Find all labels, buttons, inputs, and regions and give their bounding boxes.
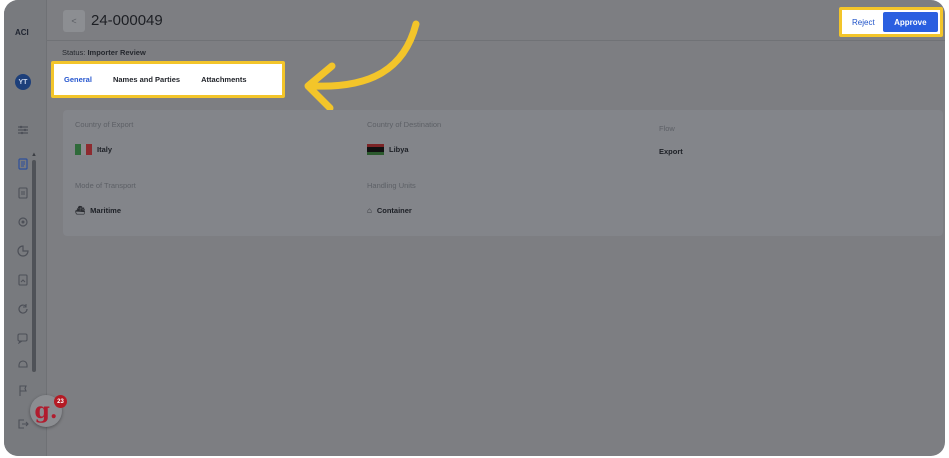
chat-icon[interactable] <box>17 332 29 344</box>
back-button[interactable]: < <box>63 10 85 32</box>
mode-of-transport-label: Mode of Transport <box>75 181 136 190</box>
tab-attachments[interactable]: Attachments <box>201 75 246 84</box>
status-line: Status: Importer Review <box>62 48 146 57</box>
libya-flag-icon <box>367 144 384 155</box>
tab-general[interactable]: General <box>64 75 92 84</box>
report-icon[interactable] <box>17 274 29 286</box>
tab-names-and-parties[interactable]: Names and Parties <box>113 75 180 84</box>
handling-units-text: Container <box>376 206 412 215</box>
reject-button[interactable]: Reject <box>844 12 883 32</box>
chevron-left-icon: < <box>71 16 77 26</box>
file-icon[interactable] <box>17 187 29 199</box>
mode-of-transport-value: ⛴ Maritime <box>75 206 121 215</box>
handling-units-value: ⌂ Container <box>367 206 412 215</box>
status-label: Status: <box>62 48 86 57</box>
documents-icon[interactable] <box>17 158 29 170</box>
header-divider <box>46 40 945 41</box>
country-of-destination-text: Libya <box>389 145 409 154</box>
ship-icon: ⛴ <box>75 206 86 215</box>
handling-units-label: Handling Units <box>367 181 416 190</box>
user-avatar[interactable]: YT <box>15 74 31 90</box>
country-of-export-text: Italy <box>97 145 113 154</box>
italy-flag-icon <box>75 144 93 155</box>
flow-label: Flow <box>659 124 675 133</box>
action-buttons-highlight: Reject Approve <box>839 7 943 37</box>
sidebar-scrollbar[interactable] <box>32 160 36 372</box>
scroll-up-icon[interactable]: ▲ <box>31 152 37 158</box>
left-sidebar: ACI YT ▲ <box>4 0 47 456</box>
country-of-destination-label: Country of Destination <box>367 120 442 129</box>
country-of-destination-value: Libya <box>367 144 409 155</box>
country-of-export-value: Italy <box>75 144 112 155</box>
app-window: ACI YT ▲ g. 23 < 24-000049 Status: Impor… <box>4 0 945 456</box>
page-title: 24-000049 <box>91 12 163 29</box>
filters-icon[interactable] <box>17 124 29 136</box>
logout-icon[interactable] <box>17 418 29 430</box>
container-icon: ⌂ <box>367 206 372 215</box>
approve-button[interactable]: Approve <box>882 12 938 32</box>
country-of-export-label: Country of Export <box>75 120 134 129</box>
flag-icon[interactable] <box>17 385 29 397</box>
flow-value: Export <box>659 147 683 156</box>
support-icon[interactable] <box>17 358 29 370</box>
status-value: Importer Review <box>87 48 146 57</box>
settings-icon[interactable] <box>17 216 29 228</box>
mode-of-transport-text: Maritime <box>90 206 121 215</box>
chart-icon[interactable] <box>17 245 29 257</box>
tabs-highlight: General Names and Parties Attachments <box>51 61 285 98</box>
refresh-icon[interactable] <box>17 303 29 315</box>
notification-count-badge: 23 <box>54 395 67 408</box>
app-logo: ACI <box>15 28 29 37</box>
annotation-arrow <box>304 20 420 112</box>
general-details-card: Country of Export Italy Country of Desti… <box>63 110 943 236</box>
